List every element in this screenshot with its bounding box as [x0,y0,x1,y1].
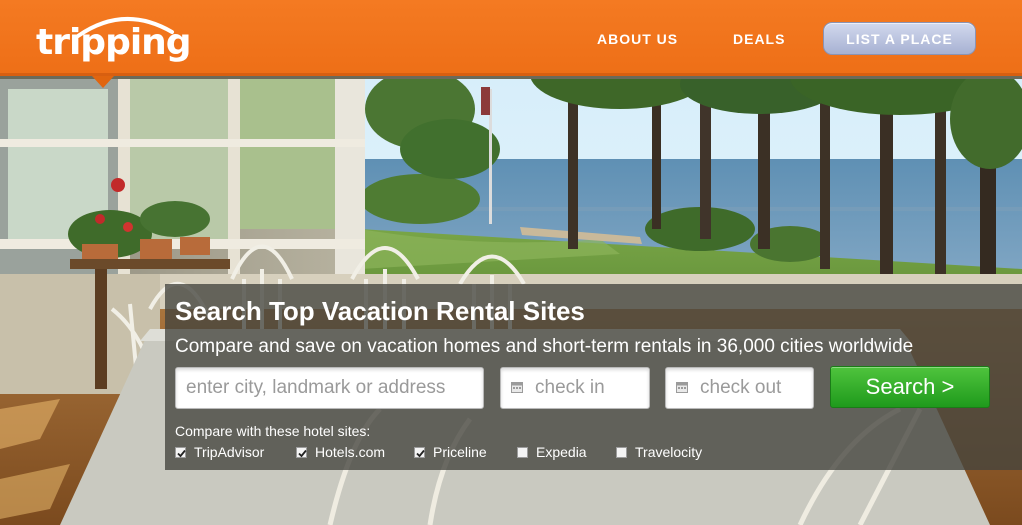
logo-wordmark: tripping [36,22,192,63]
site-checkbox-travelocity[interactable]: Travelocity [616,444,702,460]
search-button[interactable]: Search > [830,366,990,408]
checkin-field[interactable] [500,367,650,409]
site-label: Hotels.com [315,444,386,460]
checkbox-icon[interactable] [296,446,307,458]
checkbox-icon[interactable] [616,446,627,458]
site-checkbox-expedia[interactable]: Expedia [517,444,587,460]
compare-sites-label: Compare with these hotel sites: [175,423,371,439]
search-subline: Compare and save on vacation homes and s… [175,336,914,357]
site-label: Priceline [433,444,487,460]
site-label: Expedia [536,444,587,460]
site-label: TripAdvisor [194,444,265,460]
header-pointer [92,76,114,88]
site-checkbox-priceline[interactable]: Priceline [414,444,487,460]
location-input[interactable] [175,367,484,409]
tripping-logo[interactable]: tripping [36,14,192,66]
site-checkbox-hotels[interactable]: Hotels.com [296,444,385,460]
checkout-field[interactable] [665,367,814,409]
site-checkbox-tripadvisor[interactable]: TripAdvisor [175,444,264,460]
checkbox-icon[interactable] [175,446,186,458]
checkbox-icon[interactable] [517,446,528,458]
list-a-place-button[interactable]: LIST A PLACE [823,22,976,55]
nav-deals[interactable]: DEALS [733,31,785,47]
checkbox-icon[interactable] [414,446,425,458]
search-headline: Search Top Vacation Rental Sites [175,296,585,326]
calendar-icon [676,382,688,393]
site-header: tripping ABOUT US DEALS LIST A PLACE [0,0,1022,76]
nav-about-us[interactable]: ABOUT US [597,31,678,47]
calendar-icon [511,382,523,393]
site-label: Travelocity [635,444,703,460]
